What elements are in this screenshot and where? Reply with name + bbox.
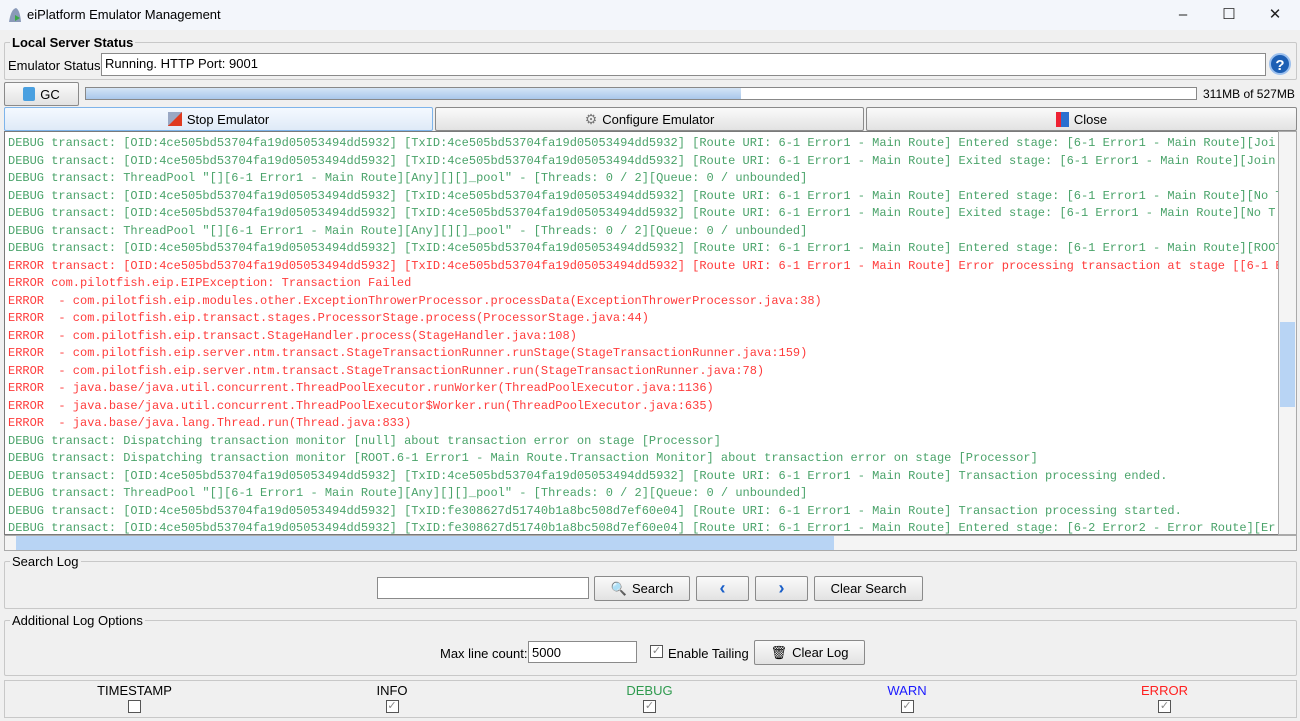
minimize-button[interactable]: – bbox=[1160, 0, 1206, 30]
log-line: DEBUG transact: [OID:4ce505bd53704fa19d0… bbox=[8, 136, 1276, 150]
log-output[interactable]: DEBUG transact: [OID:4ce505bd53704fa19d0… bbox=[4, 131, 1278, 535]
memory-usage-text: 311MB of 527MB bbox=[1203, 87, 1295, 101]
log-line: DEBUG transact: ThreadPool "[][6-1 Error… bbox=[8, 486, 808, 500]
maximize-button[interactable]: ☐ bbox=[1206, 0, 1252, 30]
filter-checkbox-timestamp[interactable] bbox=[128, 700, 141, 713]
log-line: DEBUG transact: Dispatching transaction … bbox=[8, 433, 721, 448]
filter-label-debug: DEBUG bbox=[626, 683, 673, 698]
log-line: DEBUG transact: [OID:4ce505bd53704fa19d0… bbox=[8, 188, 1278, 203]
enable-tailing-label: Enable Tailing bbox=[668, 646, 749, 661]
help-icon[interactable]: ? bbox=[1269, 53, 1291, 75]
close-button[interactable]: Close bbox=[866, 107, 1297, 131]
log-line: DEBUG transact: ThreadPool "[][6-1 Error… bbox=[8, 223, 808, 238]
next-match-button[interactable]: › bbox=[755, 576, 808, 601]
stop-icon bbox=[167, 112, 182, 126]
filter-checkbox-debug[interactable]: ✓ bbox=[643, 700, 656, 713]
log-line: ERROR - java.base/java.util.concurrent.T… bbox=[8, 381, 714, 395]
clear-log-button[interactable]: 🗑 Clear Log bbox=[754, 640, 865, 665]
group-title: Additional Log Options bbox=[10, 613, 145, 628]
log-line: DEBUG transact: [OID:4ce505bd53704fa19d0… bbox=[8, 206, 1276, 220]
configure-emulator-button[interactable]: ⚙ Configure Emulator bbox=[435, 107, 864, 131]
filter-label-timestamp: TIMESTAMP bbox=[97, 683, 172, 698]
log-line: DEBUG transact: [OID:4ce505bd53704fa19d0… bbox=[8, 521, 1276, 535]
filter-checkbox-warn[interactable]: ✓ bbox=[900, 700, 914, 713]
emulator-status-label: Emulator Status: bbox=[8, 58, 105, 73]
log-line: ERROR - com.pilotfish.eip.transact.Stage… bbox=[8, 328, 577, 343]
gc-label: GC bbox=[40, 86, 60, 102]
configure-emulator-label: Configure Emulator bbox=[602, 111, 715, 127]
max-line-count-input[interactable] bbox=[528, 641, 637, 663]
log-line: DEBUG transact: ThreadPool "[][6-1 Error… bbox=[8, 171, 808, 185]
emulator-status-field: Running. HTTP Port: 9001 bbox=[101, 53, 1266, 76]
log-line: ERROR - java.base/java.util.concurrent.T… bbox=[8, 398, 714, 413]
group-title: Local Server Status bbox=[10, 35, 136, 50]
stop-emulator-label: Stop Emulator bbox=[186, 111, 270, 127]
filter-checkbox-error[interactable]: ✓ bbox=[1158, 700, 1171, 713]
chevron-right-icon: › bbox=[778, 578, 785, 598]
exit-door-icon bbox=[1055, 111, 1069, 127]
filter-label-error: ERROR bbox=[1141, 683, 1188, 698]
stop-emulator-button[interactable]: Stop Emulator bbox=[4, 107, 433, 131]
clear-search-button[interactable]: Clear Search bbox=[814, 576, 923, 601]
title-bar: eiPlatform Emulator Management – ☐ ✕ bbox=[0, 0, 1300, 30]
memory-progress-bar bbox=[85, 87, 1197, 100]
log-line: ERROR - java.base/java.lang.Thread.run(T… bbox=[8, 416, 412, 430]
window-title: eiPlatform Emulator Management bbox=[27, 7, 221, 22]
gc-button[interactable]: GC bbox=[4, 82, 79, 106]
max-line-count-label: Max line count: bbox=[440, 646, 528, 661]
log-line: ERROR - com.pilotfish.eip.server.ntm.tra… bbox=[8, 346, 808, 360]
horizontal-scroll-thumb[interactable] bbox=[16, 536, 834, 550]
chevron-left-icon: ‹ bbox=[719, 578, 726, 598]
vertical-scroll-thumb[interactable] bbox=[1280, 322, 1295, 407]
previous-match-button[interactable]: ‹ bbox=[696, 576, 749, 601]
recycle-bin-icon bbox=[23, 87, 36, 101]
log-line: DEBUG transact: [OID:4ce505bd53704fa19d0… bbox=[8, 241, 1278, 255]
memory-progress-fill bbox=[86, 88, 741, 99]
horizontal-scrollbar[interactable] bbox=[4, 535, 1297, 551]
filter-checkbox-info[interactable]: ✓ bbox=[385, 700, 399, 713]
trash-icon: 🗑 bbox=[770, 644, 788, 660]
search-label: Search bbox=[631, 581, 674, 596]
log-line: ERROR - com.pilotfish.eip.server.ntm.tra… bbox=[8, 363, 765, 378]
search-button[interactable]: 🔍 Search bbox=[594, 576, 690, 601]
search-input[interactable] bbox=[377, 577, 589, 599]
window-close-button[interactable]: ✕ bbox=[1252, 0, 1298, 30]
vertical-scrollbar[interactable] bbox=[1278, 131, 1297, 535]
log-line: DEBUG transact: Dispatching transaction … bbox=[8, 451, 1038, 465]
gear-icon: ⚙ bbox=[584, 110, 598, 127]
app-icon bbox=[9, 8, 21, 22]
log-line: DEBUG transact: [OID:4ce505bd53704fa19d0… bbox=[8, 468, 1168, 483]
enable-tailing-checkbox[interactable]: ✓ bbox=[650, 645, 663, 658]
close-label: Close bbox=[1073, 111, 1108, 127]
group-title: Search Log bbox=[10, 554, 81, 569]
log-line: ERROR - com.pilotfish.eip.transact.stage… bbox=[8, 311, 649, 325]
magnifier-icon: 🔍 bbox=[610, 580, 627, 596]
log-line: DEBUG transact: [OID:4ce505bd53704fa19d0… bbox=[8, 503, 1182, 518]
filter-label-warn: WARN bbox=[887, 683, 927, 698]
log-line: ERROR com.pilotfish.eip.EIPException: Tr… bbox=[8, 276, 412, 290]
log-line: ERROR transact: [OID:4ce505bd53704fa19d0… bbox=[8, 258, 1278, 273]
filter-label-info: INFO bbox=[376, 683, 408, 698]
log-line: ERROR - com.pilotfish.eip.modules.other.… bbox=[8, 293, 822, 308]
clear-log-label: Clear Log bbox=[792, 645, 849, 660]
log-line: DEBUG transact: [OID:4ce505bd53704fa19d0… bbox=[8, 153, 1276, 168]
